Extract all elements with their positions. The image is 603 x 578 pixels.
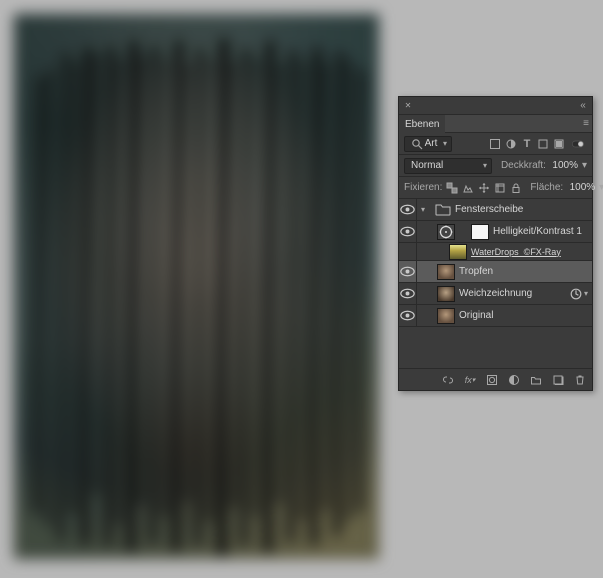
lock-label: Fixieren:	[404, 182, 442, 193]
layer-thumb	[437, 286, 455, 302]
blend-mode-value: Normal	[411, 160, 443, 171]
lock-pixels-icon[interactable]	[462, 182, 474, 194]
link-icon	[459, 224, 467, 240]
visibility-toggle[interactable]	[399, 305, 417, 326]
layer-row[interactable]: Weichzeichnung ▾	[399, 283, 592, 305]
visibility-toggle[interactable]	[399, 261, 417, 282]
layer-group[interactable]: ▾ Fensterscheibe	[399, 199, 592, 221]
visibility-toggle[interactable]	[399, 243, 417, 260]
fill-label: Fläche:	[530, 182, 563, 193]
lock-position-icon[interactable]	[478, 182, 490, 194]
collapse-icon[interactable]: «	[577, 100, 589, 112]
visibility-toggle[interactable]	[399, 283, 417, 304]
chevron-down-icon: ▾	[483, 161, 487, 170]
layer-thumb	[449, 244, 467, 260]
chevron-down-icon[interactable]: ▾	[599, 182, 603, 193]
lock-transparent-icon[interactable]	[446, 182, 458, 194]
layer-mask-thumb[interactable]	[471, 224, 489, 240]
filter-adjust-icon[interactable]	[505, 138, 517, 150]
filter-smart-icon[interactable]	[553, 138, 565, 150]
new-group-icon[interactable]	[530, 374, 542, 386]
layers-panel: ✕ « Ebenen ≡ Art ▾ T Normal ▾	[398, 96, 593, 391]
panel-menu-icon[interactable]: ≡	[580, 118, 592, 130]
lock-artboard-icon[interactable]	[494, 182, 506, 194]
panel-header: ✕ «	[399, 97, 592, 115]
filter-row: Art ▾ T	[399, 133, 592, 155]
filter-pixel-icon[interactable]	[489, 138, 501, 150]
folder-expand-icon[interactable]: ▾	[421, 205, 431, 214]
canvas[interactable]	[14, 14, 379, 559]
panel-footer: fx▾	[399, 368, 592, 390]
delete-layer-icon[interactable]	[574, 374, 586, 386]
tab-layers[interactable]: Ebenen	[399, 115, 445, 132]
folder-icon	[435, 202, 451, 218]
visibility-toggle[interactable]	[399, 199, 417, 220]
layer-name: WaterDrops_©FX-Ray	[471, 247, 561, 257]
opacity-label: Deckkraft:	[501, 160, 546, 171]
chevron-down-icon: ▾	[443, 139, 447, 148]
opacity-value[interactable]: 100%	[550, 160, 578, 171]
smart-filter-icon	[570, 288, 582, 300]
layer-fx-icon[interactable]: fx▾	[464, 374, 476, 386]
link-layers-icon[interactable]	[442, 374, 454, 386]
fill-value[interactable]: 100%	[567, 182, 595, 193]
layer-name: Weichzeichnung	[459, 288, 532, 299]
brush-strokes	[14, 14, 379, 559]
blend-mode-select[interactable]: Normal ▾	[404, 158, 492, 174]
chevron-down-icon[interactable]: ▾	[582, 160, 587, 171]
layer-row[interactable]: WaterDrops_©FX-Ray	[399, 243, 592, 261]
search-icon	[411, 138, 423, 150]
adjustment-icon	[437, 224, 455, 240]
filter-kind-select[interactable]: Art ▾	[404, 136, 452, 152]
layer-name: Original	[459, 310, 493, 321]
lock-all-icon[interactable]	[510, 182, 522, 194]
visibility-toggle[interactable]	[399, 221, 417, 242]
panel-tabs: Ebenen ≡	[399, 115, 592, 133]
filter-type-icon[interactable]: T	[521, 138, 533, 150]
layer-thumb	[437, 308, 455, 324]
fx-badge[interactable]: ▾	[570, 288, 588, 300]
add-mask-icon[interactable]	[486, 374, 498, 386]
layer-row[interactable]: Helligkeit/Kontrast 1	[399, 221, 592, 243]
lock-row: Fixieren: Fläche: 100% ▾	[399, 177, 592, 199]
filter-kind-label: Art	[425, 138, 438, 149]
close-icon[interactable]: ✕	[402, 100, 414, 112]
tab-label: Ebenen	[405, 119, 439, 130]
layer-name: Tropfen	[459, 266, 493, 277]
layer-list: ▾ Fensterscheibe Helligkeit/Kontrast 1	[399, 199, 592, 368]
filter-toggle[interactable]	[569, 138, 587, 150]
chevron-down-icon: ▾	[584, 289, 588, 298]
blend-row: Normal ▾ Deckkraft: 100% ▾	[399, 155, 592, 177]
layer-name: Helligkeit/Kontrast 1	[493, 226, 582, 237]
new-adjustment-icon[interactable]	[508, 374, 520, 386]
layer-row[interactable]: Original	[399, 305, 592, 327]
layer-row[interactable]: Tropfen	[399, 261, 592, 283]
group-name: Fensterscheibe	[455, 204, 523, 215]
filter-shape-icon[interactable]	[537, 138, 549, 150]
new-layer-icon[interactable]	[552, 374, 564, 386]
layer-thumb	[437, 264, 455, 280]
